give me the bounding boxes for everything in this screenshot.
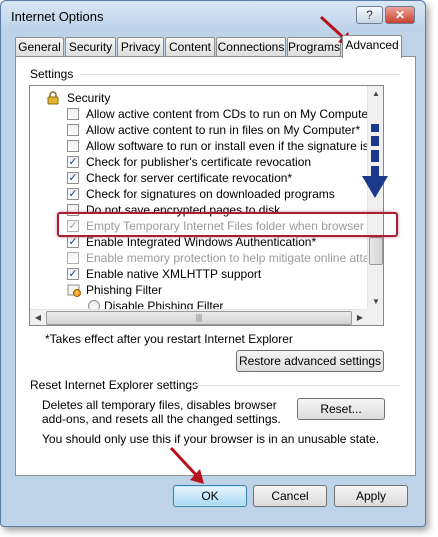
setting-label: Check for publisher's certificate revoca… xyxy=(86,155,312,169)
reset-divider xyxy=(190,385,400,386)
reset-description-line1: Deletes all temporary files, disables br… xyxy=(42,398,277,412)
help-button[interactable]: ? xyxy=(356,6,383,24)
apply-button[interactable]: Apply xyxy=(334,485,408,507)
tab-advanced[interactable]: Advanced xyxy=(342,35,402,58)
setting-row[interactable]: ✓ Enable native XMLHTTP support xyxy=(30,266,368,282)
reset-button[interactable]: Reset... xyxy=(297,398,385,420)
horizontal-scrollbar[interactable]: ◀ ||| ▶ xyxy=(30,309,368,325)
checkbox-checked[interactable]: ✓ xyxy=(67,188,79,200)
tab-security[interactable]: Security xyxy=(65,37,116,57)
checkbox-checked[interactable]: ✓ xyxy=(67,236,79,248)
setting-label: Allow software to run or install even if… xyxy=(86,139,368,153)
checkbox-checked[interactable]: ✓ xyxy=(67,156,79,168)
setting-row[interactable]: ✓ Check for signatures on downloaded pro… xyxy=(30,186,368,202)
checkbox[interactable] xyxy=(67,124,79,136)
checkbox-checked[interactable]: ✓ xyxy=(67,268,79,280)
title-bar[interactable]: Internet Options ? ✕ xyxy=(1,1,425,31)
reset-warning: You should only use this if your browser… xyxy=(42,432,380,446)
setting-row[interactable]: Allow software to run or install even if… xyxy=(30,138,368,154)
category-security: Security xyxy=(30,90,368,106)
setting-row[interactable]: ✓ Check for server certificate revocatio… xyxy=(30,170,368,186)
tab-connections[interactable]: Connections xyxy=(216,37,286,57)
cancel-button[interactable]: Cancel xyxy=(253,485,327,507)
scroll-hint-arrow-icon xyxy=(362,124,388,198)
settings-listbox[interactable]: Security Allow active content from CDs t… xyxy=(29,85,384,326)
settings-list: Security Allow active content from CDs t… xyxy=(30,86,368,310)
lock-icon xyxy=(47,91,59,105)
subcategory-phishing-filter: ! Phishing Filter xyxy=(30,282,368,298)
subcategory-label: Phishing Filter xyxy=(86,283,163,297)
setting-label: Enable memory protection to help mitigat… xyxy=(86,251,368,265)
reset-description-line2: add-ons, and resets all the changed sett… xyxy=(42,412,281,426)
checkbox-checked[interactable]: ✓ xyxy=(67,172,79,184)
pointer-arrow-icon xyxy=(169,446,204,484)
settings-divider xyxy=(80,74,400,75)
svg-text:!: ! xyxy=(76,290,78,297)
category-label: Security xyxy=(67,91,111,105)
checkbox[interactable] xyxy=(67,140,79,152)
restart-footnote: *Takes effect after you restart Internet… xyxy=(45,332,293,346)
setting-row[interactable]: ✓ Check for publisher's certificate revo… xyxy=(30,154,368,170)
setting-label: Allow active content to run in files on … xyxy=(86,123,361,137)
tab-content[interactable]: Content xyxy=(165,37,215,57)
checkbox[interactable] xyxy=(67,108,79,120)
settings-heading: Settings xyxy=(30,67,74,81)
horizontal-scroll-thumb[interactable]: ||| xyxy=(46,311,352,325)
scroll-up-arrow-icon[interactable]: ▲ xyxy=(368,86,383,102)
vertical-scroll-thumb[interactable] xyxy=(369,237,383,265)
setting-row-disabled: Enable memory protection to help mitigat… xyxy=(30,250,368,266)
tab-general[interactable]: General xyxy=(15,37,64,57)
tab-privacy[interactable]: Privacy xyxy=(117,37,164,57)
close-button[interactable]: ✕ xyxy=(385,6,415,24)
scrollbar-corner xyxy=(367,309,383,325)
setting-label: Allow active content from CDs to run on … xyxy=(86,107,368,121)
setting-label: Enable native XMLHTTP support xyxy=(86,267,262,281)
setting-row[interactable]: Allow active content from CDs to run on … xyxy=(30,106,368,122)
phishing-filter-icon: ! xyxy=(67,284,81,297)
scroll-left-arrow-icon[interactable]: ◀ xyxy=(30,310,46,325)
restore-advanced-settings-button[interactable]: Restore advanced settings xyxy=(236,350,384,372)
checkbox xyxy=(67,252,79,264)
reset-heading: Reset Internet Explorer settings xyxy=(30,378,199,392)
scroll-down-arrow-icon[interactable]: ▼ xyxy=(368,294,383,310)
scroll-right-arrow-icon[interactable]: ▶ xyxy=(352,310,368,325)
window-title: Internet Options xyxy=(11,9,104,24)
setting-label: Enable Integrated Windows Authentication… xyxy=(86,235,317,249)
tab-strip: General Security Privacy Content Connect… xyxy=(15,35,415,58)
setting-label: Check for server certificate revocation* xyxy=(86,171,293,185)
highlight-box xyxy=(57,212,398,237)
setting-row[interactable]: Allow active content to run in files on … xyxy=(30,122,368,138)
setting-label: Check for signatures on downloaded progr… xyxy=(86,187,335,201)
ok-button[interactable]: OK xyxy=(173,485,247,507)
